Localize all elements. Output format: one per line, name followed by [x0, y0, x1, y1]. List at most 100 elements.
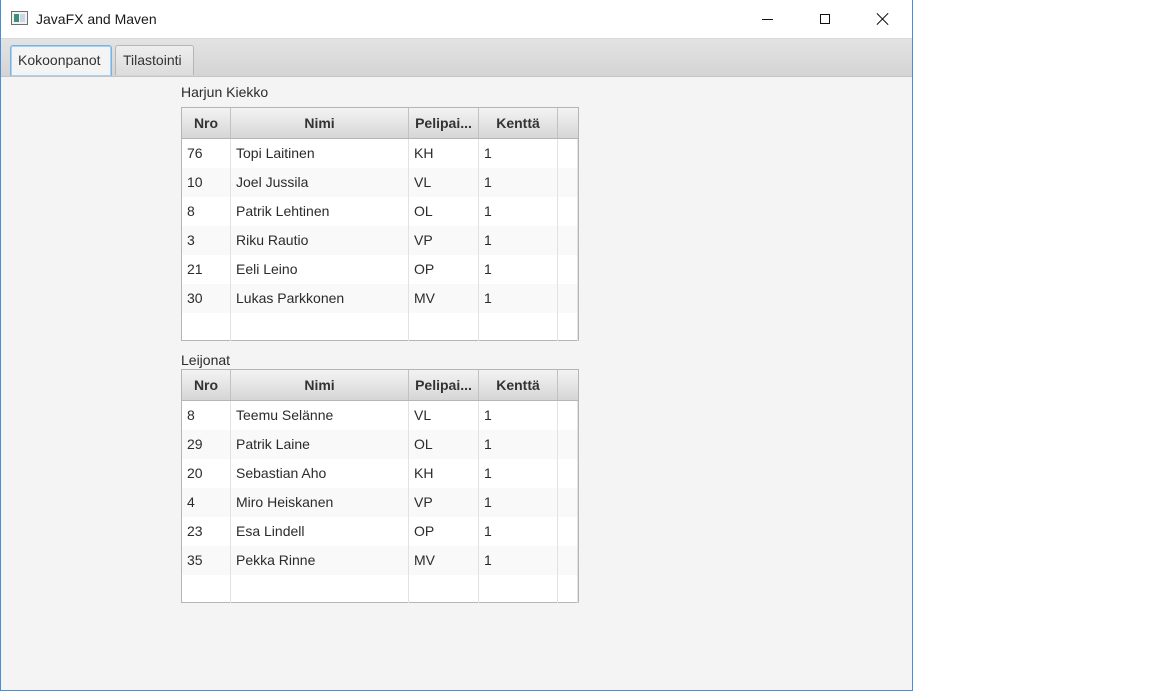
- cell-filler: [558, 139, 578, 168]
- empty-cell: [409, 575, 479, 603]
- cell-pelipaikka: OP: [409, 255, 479, 284]
- cell-nro: 8: [182, 401, 231, 430]
- cell-nimi: Sebastian Aho: [231, 459, 409, 488]
- cell-pelipaikka: VP: [409, 226, 479, 255]
- column-header-nro[interactable]: Nro: [182, 370, 231, 400]
- empty-cell: [231, 575, 409, 603]
- team-name-label: Leijonat: [181, 352, 231, 368]
- cell-filler: [558, 488, 578, 517]
- cell-nro: 76: [182, 139, 231, 168]
- table-row[interactable]: 76 Topi Laitinen KH 1: [182, 139, 578, 168]
- cell-filler: [558, 168, 578, 197]
- tab-kokoonpanot[interactable]: Kokoonpanot: [10, 45, 112, 76]
- cell-nimi: Pekka Rinne: [231, 546, 409, 575]
- column-header-kentta[interactable]: Kenttä: [479, 108, 558, 138]
- cell-filler: [558, 459, 578, 488]
- cell-nro: 10: [182, 168, 231, 197]
- java-app-icon: [11, 11, 28, 25]
- column-header-nro[interactable]: Nro: [182, 108, 231, 138]
- maximize-button[interactable]: [796, 0, 854, 38]
- column-header-filler: [558, 370, 578, 400]
- title-bar[interactable]: JavaFX and Maven: [1, 0, 912, 39]
- cell-nimi: Eeli Leino: [231, 255, 409, 284]
- team-name-label: Harjun Kiekko: [181, 84, 269, 100]
- cell-kentta: 1: [479, 459, 558, 488]
- cell-pelipaikka: VL: [409, 401, 479, 430]
- cell-nro: 21: [182, 255, 231, 284]
- cell-nro: 30: [182, 284, 231, 313]
- team-table[interactable]: Nro Nimi Pelipai... Kenttä 8 Teemu Selänne VL 1…: [181, 369, 579, 603]
- cell-kentta: 1: [479, 139, 558, 168]
- empty-cell: [182, 313, 231, 341]
- cell-nimi: Patrik Laine: [231, 430, 409, 459]
- cell-pelipaikka: KH: [409, 139, 479, 168]
- empty-cell: [231, 313, 409, 341]
- table-row[interactable]: 4 Miro Heiskanen VP 1: [182, 488, 578, 517]
- column-header-nimi[interactable]: Nimi: [231, 370, 409, 400]
- cell-kentta: 1: [479, 197, 558, 226]
- cell-kentta: 1: [479, 517, 558, 546]
- table-row[interactable]: 8 Teemu Selänne VL 1: [182, 401, 578, 430]
- column-header-pelipaikka[interactable]: Pelipai...: [409, 370, 479, 400]
- cell-kentta: 1: [479, 401, 558, 430]
- tab-bar: Kokoonpanot Tilastointi: [1, 39, 912, 77]
- table-row[interactable]: 21 Eeli Leino OP 1: [182, 255, 578, 284]
- empty-cell: [558, 575, 578, 603]
- cell-filler: [558, 517, 578, 546]
- cell-nro: 3: [182, 226, 231, 255]
- cell-filler: [558, 284, 578, 313]
- cell-kentta: 1: [479, 546, 558, 575]
- cell-pelipaikka: MV: [409, 284, 479, 313]
- cell-pelipaikka: MV: [409, 546, 479, 575]
- cell-pelipaikka: OL: [409, 197, 479, 226]
- column-header-nimi[interactable]: Nimi: [231, 108, 409, 138]
- table-header: Nro Nimi Pelipai... Kenttä: [182, 370, 578, 401]
- table-body: 76 Topi Laitinen KH 1 10 Joel Jussila VL 1 8 Patr…: [182, 139, 578, 341]
- minimize-button[interactable]: [738, 0, 796, 38]
- table-row[interactable]: 20 Sebastian Aho KH 1: [182, 459, 578, 488]
- close-button[interactable]: [854, 0, 912, 38]
- empty-cell: [558, 313, 578, 341]
- table-row[interactable]: 10 Joel Jussila VL 1: [182, 168, 578, 197]
- column-header-filler: [558, 108, 578, 138]
- empty-table-row[interactable]: [182, 575, 578, 603]
- cell-filler: [558, 226, 578, 255]
- cell-pelipaikka: KH: [409, 459, 479, 488]
- cell-pelipaikka: VP: [409, 488, 479, 517]
- empty-cell: [479, 313, 558, 341]
- team-table[interactable]: Nro Nimi Pelipai... Kenttä 76 Topi Laitinen KH…: [181, 107, 579, 341]
- empty-cell: [182, 575, 231, 603]
- cell-filler: [558, 401, 578, 430]
- cell-kentta: 1: [479, 284, 558, 313]
- cell-kentta: 1: [479, 488, 558, 517]
- cell-nro: 29: [182, 430, 231, 459]
- column-header-pelipaikka[interactable]: Pelipai...: [409, 108, 479, 138]
- app-window: JavaFX and Maven Kokoonpanot Tilastointi…: [0, 0, 913, 691]
- cell-pelipaikka: OP: [409, 517, 479, 546]
- cell-nimi: Teemu Selänne: [231, 401, 409, 430]
- close-icon: [876, 12, 890, 26]
- table-row[interactable]: 30 Lukas Parkkonen MV 1: [182, 284, 578, 313]
- minimize-icon: [761, 18, 773, 20]
- table-row[interactable]: 23 Esa Lindell OP 1: [182, 517, 578, 546]
- cell-nro: 35: [182, 546, 231, 575]
- table-row[interactable]: 8 Patrik Lehtinen OL 1: [182, 197, 578, 226]
- table-row[interactable]: 3 Riku Rautio VP 1: [182, 226, 578, 255]
- cell-filler: [558, 430, 578, 459]
- cell-filler: [558, 255, 578, 284]
- cell-nro: 4: [182, 488, 231, 517]
- empty-table-row[interactable]: [182, 313, 578, 341]
- table-row[interactable]: 29 Patrik Laine OL 1: [182, 430, 578, 459]
- cell-pelipaikka: OL: [409, 430, 479, 459]
- cell-nimi: Esa Lindell: [231, 517, 409, 546]
- cell-filler: [558, 546, 578, 575]
- cell-nimi: Patrik Lehtinen: [231, 197, 409, 226]
- cell-pelipaikka: VL: [409, 168, 479, 197]
- column-header-kentta[interactable]: Kenttä: [479, 370, 558, 400]
- cell-nimi: Riku Rautio: [231, 226, 409, 255]
- table-row[interactable]: 35 Pekka Rinne MV 1: [182, 546, 578, 575]
- cell-nimi: Joel Jussila: [231, 168, 409, 197]
- cell-nro: 20: [182, 459, 231, 488]
- tab-tilastointi[interactable]: Tilastointi: [115, 45, 194, 75]
- cell-kentta: 1: [479, 430, 558, 459]
